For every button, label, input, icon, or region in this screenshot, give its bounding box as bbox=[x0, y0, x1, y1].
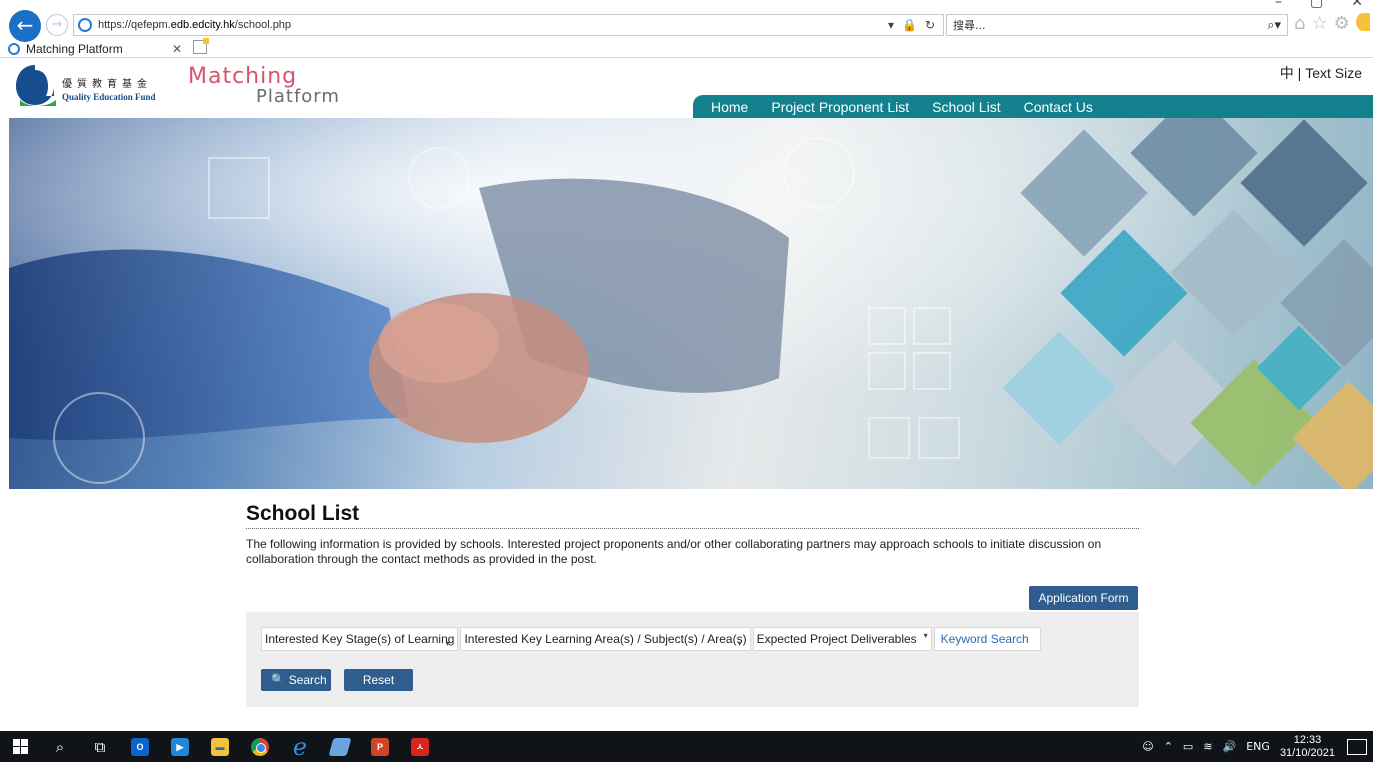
deliverables-label: Expected Project Deliverables bbox=[756, 632, 917, 646]
matching-platform-logo[interactable]: Matching Platform bbox=[188, 64, 339, 107]
key-stage-select[interactable]: Interested Key Stage(s) of Learning ▾ bbox=[261, 627, 459, 651]
window-controls: – ▢ ✕ bbox=[1275, 0, 1373, 10]
search-icon[interactable]: ⌕ bbox=[40, 731, 80, 762]
start-button[interactable] bbox=[0, 731, 40, 762]
nav-school-list[interactable]: School List bbox=[932, 99, 1000, 115]
reset-button[interactable]: Reset bbox=[344, 669, 413, 691]
feedback-smiley-icon[interactable] bbox=[1355, 13, 1370, 31]
battery-icon[interactable]: ▭ bbox=[1183, 740, 1193, 753]
chinese-language-link[interactable]: 中 bbox=[1280, 65, 1294, 81]
filter-panel: Interested Key Stage(s) of Learning ▾ In… bbox=[246, 612, 1139, 707]
svg-text:優: 優 bbox=[28, 80, 43, 98]
close-tab-icon[interactable]: ✕ bbox=[172, 42, 182, 56]
qef-wordmark: 優質教育基金 Quality Education Fund bbox=[62, 75, 156, 102]
volume-icon[interactable]: 🔊 bbox=[1223, 740, 1237, 753]
learning-area-select[interactable]: Interested Key Learning Area(s) / Subjec… bbox=[460, 627, 751, 651]
outlook-app-icon[interactable]: O bbox=[120, 731, 160, 762]
file-explorer-icon[interactable]: ▬ bbox=[200, 731, 240, 762]
clock[interactable]: 12:33 31/10/2021 bbox=[1280, 734, 1335, 760]
deliverables-select[interactable]: Expected Project Deliverables ▾ bbox=[752, 627, 932, 651]
qef-chinese-name: 優質教育基金 bbox=[62, 79, 152, 90]
lock-icon[interactable]: 🔒 bbox=[902, 18, 917, 32]
language-textsize: 中 | Text Size bbox=[1280, 63, 1362, 83]
separator: | bbox=[1293, 65, 1306, 81]
learning-area-label: Interested Key Learning Area(s) / Subjec… bbox=[464, 632, 747, 646]
home-icon[interactable]: ⌂ bbox=[1294, 13, 1305, 34]
people-icon[interactable]: ☺ bbox=[1142, 740, 1153, 753]
clock-time: 12:33 bbox=[1293, 733, 1322, 746]
url-text: https://qefepm.edb.edcity.hk/school.php bbox=[98, 19, 292, 31]
powerpoint-app-icon[interactable]: P bbox=[360, 731, 400, 762]
search-icon: 🔍 bbox=[271, 673, 285, 686]
qef-english-name: Quality Education Fund bbox=[62, 92, 156, 102]
chevron-down-icon: ▾ bbox=[737, 639, 742, 648]
browser-toolbar: ⌂ ☆ ⚙ bbox=[1294, 13, 1370, 34]
intro-text: The following information is provided by… bbox=[246, 537, 1102, 566]
notes-app-icon[interactable] bbox=[320, 731, 360, 762]
acrobat-app-icon[interactable]: ㅅ bbox=[400, 731, 440, 762]
system-tray: ☺ ⌃ ▭ ≋ 🔊 ENG 12:33 31/10/2021 bbox=[1142, 731, 1373, 762]
qef-logo-icon[interactable]: 優 bbox=[12, 62, 58, 108]
url-controls: ▾ 🔒 ↻ bbox=[888, 18, 943, 32]
nav-home[interactable]: Home bbox=[711, 99, 748, 115]
refresh-icon[interactable]: ↻ bbox=[925, 18, 935, 32]
wifi-icon[interactable]: ≋ bbox=[1203, 740, 1212, 753]
tab-title: Matching Platform bbox=[26, 42, 123, 56]
browser-search-input[interactable] bbox=[953, 18, 1203, 32]
favorites-star-icon[interactable]: ☆ bbox=[1311, 13, 1327, 34]
dropdown-arrow-icon[interactable]: ▾ bbox=[888, 18, 894, 32]
notification-center-icon[interactable] bbox=[1347, 738, 1367, 755]
input-language[interactable]: ENG bbox=[1246, 740, 1270, 753]
browser-address-row: – ▢ ✕ ← → https://qefepm.edb.edcity.hk/s… bbox=[0, 0, 1373, 42]
nav-contact-us[interactable]: Contact Us bbox=[1024, 99, 1093, 115]
internet-explorer-icon[interactable]: e bbox=[280, 731, 320, 762]
main-content: School List The following information is… bbox=[246, 502, 1139, 707]
site-header: 優 優質教育基金 Quality Education Fund Matching… bbox=[0, 58, 1373, 118]
media-app-icon[interactable]: ▶ bbox=[160, 731, 200, 762]
main-navigation: Home Project Proponent List School List … bbox=[693, 95, 1373, 118]
banner-image bbox=[9, 118, 1373, 489]
new-tab-icon[interactable] bbox=[193, 38, 209, 54]
forward-arrow-icon[interactable]: → bbox=[46, 14, 68, 36]
windows-logo-icon bbox=[12, 739, 28, 754]
clock-date: 31/10/2021 bbox=[1279, 746, 1335, 759]
task-view-icon[interactable]: ⧉ bbox=[80, 731, 120, 762]
key-stage-label: Interested Key Stage(s) of Learning bbox=[265, 632, 455, 646]
chevron-down-icon: ▾ bbox=[923, 631, 928, 640]
chevron-down-icon: ▾ bbox=[445, 639, 450, 648]
handshake-puzzle-illustration bbox=[9, 118, 1373, 489]
maximize-button[interactable]: ▢ bbox=[1310, 0, 1323, 10]
minimize-button[interactable]: – bbox=[1275, 0, 1282, 10]
browser-tab[interactable]: Matching Platform ✕ bbox=[8, 40, 188, 58]
application-form-button[interactable]: Application Form bbox=[1029, 586, 1138, 610]
browser-tab-row: Matching Platform ✕ bbox=[0, 38, 1373, 58]
keyword-search-input[interactable] bbox=[933, 627, 1041, 651]
text-size-link[interactable]: Text Size bbox=[1305, 65, 1362, 81]
ie-tab-icon bbox=[8, 43, 20, 55]
page-title: School List bbox=[246, 502, 1139, 529]
search-button-label: Search bbox=[288, 673, 327, 687]
filter-row: Interested Key Stage(s) of Learning ▾ In… bbox=[261, 627, 1041, 651]
settings-gear-icon[interactable]: ⚙ bbox=[1334, 13, 1350, 34]
show-hidden-icons-icon[interactable]: ⌃ bbox=[1164, 740, 1173, 753]
browser-search-box[interactable]: ⌕▾ bbox=[946, 14, 1288, 36]
search-icon[interactable]: ⌕▾ bbox=[1267, 18, 1281, 33]
ie-page-icon bbox=[78, 18, 92, 32]
windows-taskbar: ⌕ ⧉ O ▶ ▬ e P ㅅ ☺ ⌃ ▭ ≋ 🔊 ENG 12:33 31/1… bbox=[0, 731, 1373, 762]
address-bar[interactable]: https://qefepm.edb.edcity.hk/school.php … bbox=[73, 14, 944, 36]
search-button[interactable]: 🔍 Search bbox=[261, 669, 331, 691]
logo-word-platform: Platform bbox=[256, 86, 340, 107]
chrome-app-icon[interactable] bbox=[240, 731, 280, 762]
close-window-button[interactable]: ✕ bbox=[1351, 0, 1363, 10]
filter-buttons: 🔍 Search Reset bbox=[261, 669, 413, 691]
nav-project-proponent-list[interactable]: Project Proponent List bbox=[771, 99, 909, 115]
